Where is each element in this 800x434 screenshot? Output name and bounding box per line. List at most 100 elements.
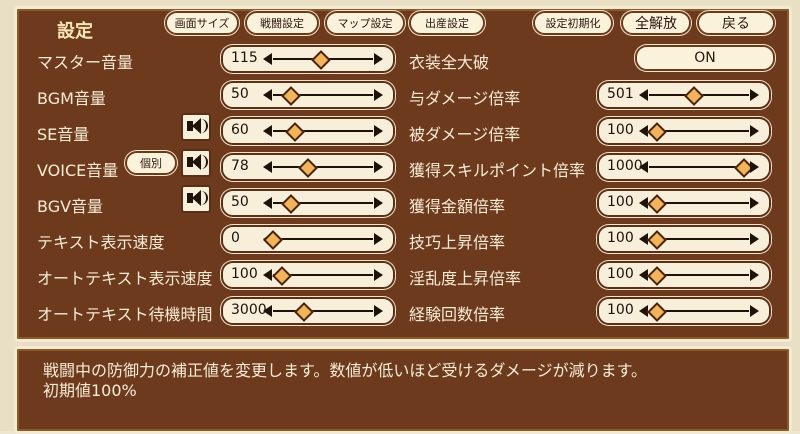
right-arrow-icon[interactable] (374, 53, 383, 65)
setting-label-damage-taken: 被ダメージ倍率 (409, 125, 521, 144)
slider-money-rate[interactable]: 100 (597, 189, 771, 217)
slider-knob[interactable] (647, 230, 667, 250)
tab-birth-settings[interactable]: 出産設定 (409, 11, 485, 35)
left-arrow-icon[interactable] (639, 89, 648, 101)
speaker-icon[interactable] (181, 185, 211, 213)
setting-label-bgv-volume: BGV音量 (37, 197, 104, 216)
unlock-all-button[interactable]: 全解放 (621, 11, 691, 35)
slider-voice-volume[interactable]: 78 (221, 153, 395, 181)
setting-label-technique-rate: 技巧上昇倍率 (409, 233, 506, 252)
right-arrow-icon[interactable] (374, 305, 383, 317)
tab-screen-size[interactable]: 画面サイズ (165, 11, 239, 35)
right-arrow-icon[interactable] (750, 197, 759, 209)
slider-track (273, 310, 373, 312)
setting-label-experience-rate: 経験回数倍率 (409, 305, 506, 324)
slider-se-volume[interactable]: 60 (221, 117, 395, 145)
slider-bgm-volume[interactable]: 50 (221, 81, 395, 109)
slider-value: 501 (607, 86, 634, 102)
setting-label-lewdness-rate: 淫乱度上昇倍率 (409, 269, 522, 288)
description-line-2: 初期値100% (43, 381, 137, 400)
right-arrow-icon[interactable] (374, 269, 383, 281)
left-arrow-icon[interactable] (263, 125, 272, 137)
setting-label-bgm-volume: BGM音量 (37, 89, 106, 108)
setting-label-se-volume: SE音量 (37, 125, 90, 144)
setting-label-voice-volume: VOICE音量 (37, 161, 119, 180)
setting-label-costume-destroy: 衣装全大破 (409, 53, 490, 72)
reset-settings-button[interactable]: 設定初期化 (533, 11, 613, 35)
slider-knob[interactable] (647, 302, 667, 322)
tab-map-settings[interactable]: マップ設定 (325, 11, 405, 35)
back-button[interactable]: 戻る (697, 11, 775, 35)
slider-skill-point-rate[interactable]: 1000 (597, 153, 771, 181)
setting-label-auto-text-speed: オートテキスト表示速度 (37, 269, 213, 288)
slider-value: 50 (231, 194, 249, 210)
right-arrow-icon[interactable] (750, 233, 759, 245)
speaker-icon[interactable] (181, 149, 211, 177)
left-arrow-icon[interactable] (263, 197, 272, 209)
left-arrow-icon[interactable] (639, 161, 648, 173)
slider-auto-text-speed[interactable]: 100 (221, 261, 395, 289)
left-arrow-icon[interactable] (263, 161, 272, 173)
right-arrow-icon[interactable] (374, 197, 383, 209)
right-arrow-icon[interactable] (374, 161, 383, 173)
left-arrow-icon[interactable] (263, 269, 272, 281)
slider-track (273, 166, 373, 168)
slider-value: 100 (607, 122, 634, 138)
setting-label-damage-dealt: 与ダメージ倍率 (409, 89, 521, 108)
left-arrow-icon[interactable] (263, 305, 272, 317)
slider-knob[interactable] (281, 194, 301, 214)
slider-knob[interactable] (281, 86, 301, 106)
right-arrow-icon[interactable] (750, 125, 759, 137)
right-arrow-icon[interactable] (750, 269, 759, 281)
slider-knob[interactable] (294, 302, 314, 322)
slider-value: 100 (231, 266, 258, 282)
slider-value: 60 (231, 122, 249, 138)
slider-value: 100 (607, 230, 634, 246)
left-arrow-icon[interactable] (263, 53, 272, 65)
description-text: 戦闘中の防御力の補正値を変更します。数値が低いほど受けるダメージが減ります。 初… (43, 361, 647, 401)
slider-value: 100 (607, 302, 634, 318)
slider-knob[interactable] (298, 158, 318, 178)
left-arrow-icon[interactable] (263, 89, 272, 101)
description-line-1: 戦闘中の防御力の補正値を変更します。数値が低いほど受けるダメージが減ります。 (43, 361, 648, 380)
right-arrow-icon[interactable] (374, 233, 383, 245)
slider-value: 0 (231, 230, 240, 246)
slider-knob[interactable] (311, 50, 331, 70)
slider-lewdness-rate[interactable]: 100 (597, 261, 771, 289)
setting-label-auto-text-wait: オートテキスト待機時間 (37, 305, 213, 324)
slider-track (273, 238, 373, 240)
right-arrow-icon[interactable] (374, 89, 383, 101)
slider-auto-text-wait[interactable]: 3000 (221, 297, 395, 325)
slider-knob[interactable] (272, 266, 292, 286)
slider-technique-rate[interactable]: 100 (597, 225, 771, 253)
slider-knob[interactable] (647, 194, 667, 214)
slider-knob[interactable] (285, 122, 305, 142)
right-arrow-icon[interactable] (374, 125, 383, 137)
setting-label-money-rate: 獲得金額倍率 (409, 197, 506, 216)
slider-knob[interactable] (647, 122, 667, 142)
right-arrow-icon[interactable] (750, 89, 759, 101)
slider-bgv-volume[interactable]: 50 (221, 189, 395, 217)
slider-value: 100 (607, 194, 634, 210)
slider-text-speed[interactable]: 0 (221, 225, 395, 253)
right-arrow-icon[interactable] (750, 305, 759, 317)
tab-battle-settings[interactable]: 戦闘設定 (245, 11, 319, 35)
settings-panel: 設定 画面サイズ 戦闘設定 マップ設定 出産設定 設定初期化 全解放 戻る マス… (14, 6, 792, 342)
setting-label-master-volume: マスター音量 (37, 53, 134, 72)
slider-value: 50 (231, 86, 249, 102)
slider-master-volume[interactable]: 115 (221, 45, 395, 73)
slider-knob[interactable] (647, 266, 667, 286)
voice-individual-button[interactable]: 個別 (125, 151, 177, 175)
slider-damage-dealt[interactable]: 501 (597, 81, 771, 109)
slider-damage-taken[interactable]: 100 (597, 117, 771, 145)
slider-value: 100 (607, 266, 634, 282)
slider-value: 78 (231, 158, 249, 174)
slider-experience-rate[interactable]: 100 (597, 297, 771, 325)
setting-label-skill-point-rate: 獲得スキルポイント倍率 (409, 161, 586, 180)
right-arrow-icon[interactable] (750, 161, 759, 173)
toggle-costume-destroy[interactable]: ON (635, 45, 775, 71)
page-title: 設定 (57, 21, 93, 42)
setting-label-text-speed: テキスト表示速度 (37, 233, 165, 252)
speaker-icon[interactable] (181, 113, 211, 141)
slider-knob[interactable] (684, 86, 704, 106)
